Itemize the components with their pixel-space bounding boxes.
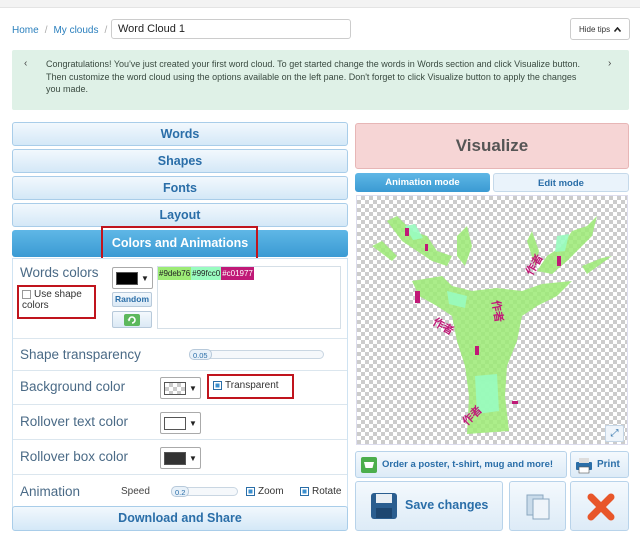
background-color-picker[interactable]: ▼ <box>160 377 201 399</box>
dropdown-arrow-icon: ▼ <box>189 418 197 428</box>
shape-transparency-value: 0.05 <box>189 349 212 360</box>
print-button[interactable]: Print <box>570 451 629 478</box>
visualize-button[interactable]: Visualize <box>355 123 629 169</box>
floppy-disk-icon <box>370 492 398 525</box>
breadcrumb-separator: / <box>44 24 48 36</box>
rollover-box-color-picker[interactable]: ▼ <box>160 447 201 469</box>
highlight-box-transparent <box>207 374 294 399</box>
color-list-box[interactable]: #9deb76 #99fcc0 #c01977 <box>157 266 341 329</box>
speed-label: Speed <box>121 486 150 497</box>
close-icon <box>587 493 615 526</box>
highlight-box-colors-header <box>101 226 258 260</box>
color-swatch <box>164 451 186 465</box>
rotate-label: Rotate <box>312 486 342 497</box>
divider <box>13 338 347 339</box>
tip-box: ‹ Congratulations! You've just created y… <box>12 50 629 110</box>
hide-tips-label: Hide tips <box>578 24 611 34</box>
animation-label: Animation <box>20 484 81 499</box>
color-list: #9deb76 #99fcc0 #c01977 <box>158 267 340 280</box>
zoom-checkbox[interactable] <box>246 486 255 496</box>
divider <box>13 474 347 475</box>
rollover-box-color-label: Rollover box color <box>20 449 129 464</box>
dropdown-arrow-icon: ▼ <box>189 383 197 393</box>
hide-tips-button[interactable]: Hide tips <box>570 18 630 40</box>
tab-animation-mode[interactable]: Animation mode <box>355 173 490 192</box>
words-color-picker[interactable]: ▼ <box>112 267 153 289</box>
tip-next-icon[interactable]: › <box>608 58 611 71</box>
print-label: Print <box>597 459 620 470</box>
top-bar <box>0 0 640 8</box>
cloud-name-input[interactable] <box>111 19 351 39</box>
divider <box>13 404 347 405</box>
divider <box>13 439 347 440</box>
section-shapes[interactable]: Shapes <box>12 149 348 173</box>
speed-value: 0.2 <box>171 486 190 497</box>
divider <box>13 370 347 371</box>
color-chip[interactable]: #99fcc0 <box>191 267 222 280</box>
printer-icon <box>575 456 593 479</box>
download-and-share-button[interactable]: Download and Share <box>12 506 348 531</box>
rotate-checkbox[interactable] <box>300 486 309 496</box>
zoom-label: Zoom <box>258 486 284 497</box>
order-merch-label: Order a poster, t-shirt, mug and more! <box>382 459 554 470</box>
dropdown-arrow-icon: ▼ <box>189 453 197 463</box>
dropdown-arrow-icon: ▼ <box>141 273 149 283</box>
color-swatch <box>116 271 138 285</box>
copy-button[interactable] <box>509 481 566 531</box>
color-chip[interactable]: #c01977 <box>221 267 254 280</box>
rollover-text-color-label: Rollover text color <box>20 414 129 429</box>
shopping-icon <box>360 456 378 479</box>
breadcrumb-home-link[interactable]: Home <box>12 25 39 36</box>
color-chip[interactable]: #9deb76 <box>158 267 192 280</box>
save-changes-button[interactable]: Save changes <box>355 481 503 531</box>
copy-icon <box>525 493 551 526</box>
transparent-swatch <box>164 381 186 395</box>
breadcrumb-separator: / <box>104 24 108 36</box>
word-cloud-canvas[interactable]: 作者 作者 作者 作者 <box>356 195 628 445</box>
background-color-label: Background color <box>20 379 126 394</box>
breadcrumb: Home / My clouds / <box>12 20 113 40</box>
tab-edit-mode[interactable]: Edit mode <box>493 173 629 192</box>
speed-slider[interactable]: 0.2 <box>171 486 238 497</box>
delete-button[interactable] <box>570 481 629 531</box>
section-words[interactable]: Words <box>12 122 348 146</box>
tip-text: Congratulations! You've just created you… <box>46 59 581 94</box>
color-swatch <box>164 416 186 430</box>
fullscreen-icon[interactable]: ⤢ <box>605 425 624 442</box>
section-fonts[interactable]: Fonts <box>12 176 348 200</box>
highlight-box-shape-colors <box>17 285 96 319</box>
order-merch-button[interactable]: Order a poster, t-shirt, mug and more! <box>355 451 567 478</box>
zoom-option[interactable]: Zoom <box>246 486 284 497</box>
section-layout[interactable]: Layout <box>12 203 348 227</box>
rotate-option[interactable]: Rotate <box>300 486 341 497</box>
words-colors-label: Words colors <box>20 265 99 280</box>
rollover-text-color-picker[interactable]: ▼ <box>160 412 201 434</box>
shape-transparency-slider[interactable]: 0.05 <box>189 349 324 360</box>
random-colors-button[interactable]: Random <box>112 292 152 307</box>
shape-transparency-label: Shape transparency <box>20 347 141 362</box>
chevron-up-icon <box>613 25 622 34</box>
refresh-colors-button[interactable] <box>112 311 152 328</box>
tip-prev-icon[interactable]: ‹ <box>24 58 27 71</box>
refresh-icon <box>123 314 141 331</box>
breadcrumb-my-clouds-link[interactable]: My clouds <box>53 25 98 36</box>
deer-word-cloud: 作者 作者 作者 作者 <box>372 216 612 434</box>
save-changes-label: Save changes <box>405 498 489 512</box>
